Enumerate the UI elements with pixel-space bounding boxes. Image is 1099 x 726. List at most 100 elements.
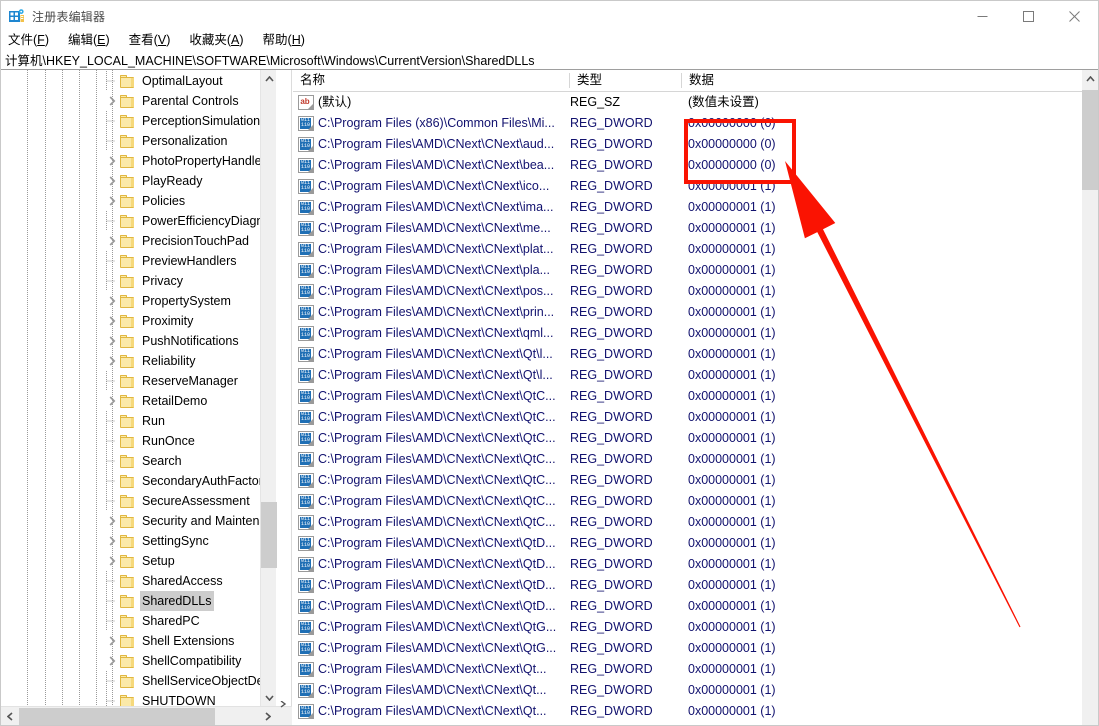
- tree-item-shell-extensions[interactable]: Shell Extensions: [1, 631, 276, 651]
- tree-scroll-down-arrow[interactable]: [261, 689, 277, 706]
- minimize-button[interactable]: [959, 1, 1005, 32]
- tree-item-perceptionsimulationex[interactable]: PerceptionSimulationEx: [1, 111, 276, 131]
- table-row[interactable]: 011 110 C:\Program Files\AMD\CNext\CNext\q…: [293, 323, 1098, 344]
- tree-scroll-corner-chevron[interactable]: [276, 701, 292, 725]
- chevron-right-icon[interactable]: [104, 511, 120, 531]
- table-row[interactable]: 011 110 C:\Program Files\AMD\CNext\CNext\Q…: [293, 554, 1098, 575]
- chevron-right-icon[interactable]: [104, 151, 120, 171]
- table-row[interactable]: 011 110 C:\Program Files\AMD\CNext\CNext\p…: [293, 281, 1098, 302]
- tree-item-shutdown[interactable]: SHUTDOWN: [1, 691, 276, 706]
- table-row[interactable]: 011 110 C:\Program Files\AMD\CNext\CNext\Q…: [293, 470, 1098, 491]
- tree-item-reliability[interactable]: Reliability: [1, 351, 276, 371]
- tree-item-pushnotifications[interactable]: PushNotifications: [1, 331, 276, 351]
- table-row[interactable]: 011 110 C:\Program Files\AMD\CNext\CNext\i…: [293, 197, 1098, 218]
- chevron-right-icon[interactable]: [104, 171, 120, 191]
- tree-item-secondaryauthfactor[interactable]: SecondaryAuthFactor: [1, 471, 276, 491]
- tree-item-privacy[interactable]: Privacy: [1, 271, 276, 291]
- table-row[interactable]: 011 110 C:\Program Files\AMD\CNext\CNext\Q…: [293, 701, 1098, 722]
- table-row[interactable]: 011 110 C:\Program Files\AMD\CNext\CNext\Q…: [293, 638, 1098, 659]
- table-row[interactable]: 011 110 C:\Program Files\AMD\CNext\CNext\p…: [293, 302, 1098, 323]
- address-bar[interactable]: 计算机\HKEY_LOCAL_MACHINE\SOFTWARE\Microsof…: [1, 49, 1098, 70]
- tree-item-retaildemo[interactable]: RetailDemo: [1, 391, 276, 411]
- table-row[interactable]: 011 110 C:\Program Files\AMD\CNext\CNext\i…: [293, 176, 1098, 197]
- chevron-right-icon[interactable]: [104, 331, 120, 351]
- chevron-right-icon[interactable]: [104, 311, 120, 331]
- tree-scroll-up-arrow[interactable]: [261, 70, 277, 87]
- chevron-right-icon[interactable]: [104, 91, 120, 111]
- column-header-data[interactable]: 数据: [682, 70, 1082, 91]
- table-row[interactable]: 011 110 C:\Program Files\AMD\CNext\CNext\Q…: [293, 491, 1098, 512]
- table-row[interactable]: 011 110 C:\Program Files\AMD\CNext\CNext\Q…: [293, 344, 1098, 365]
- chevron-right-icon[interactable]: [104, 291, 120, 311]
- table-row[interactable]: 011 110 C:\Program Files\AMD\CNext\CNext\Q…: [293, 386, 1098, 407]
- tree-scroll-thumb[interactable]: [261, 502, 277, 568]
- tree-item-search[interactable]: Search: [1, 451, 276, 471]
- tree-item-photopropertyhandler[interactable]: PhotoPropertyHandler: [1, 151, 276, 171]
- table-row[interactable]: 011 110 C:\Program Files\AMD\CNext\CNext\Q…: [293, 512, 1098, 533]
- tree-item-setup[interactable]: Setup: [1, 551, 276, 571]
- tree-item-shellcompatibility[interactable]: ShellCompatibility: [1, 651, 276, 671]
- tree-item-sharedaccess[interactable]: SharedAccess: [1, 571, 276, 591]
- tree-item-playready[interactable]: PlayReady: [1, 171, 276, 191]
- chevron-right-icon[interactable]: [104, 391, 120, 411]
- table-row[interactable]: 011 110 C:\Program Files\AMD\CNext\CNext\Q…: [293, 596, 1098, 617]
- table-row[interactable]: 011 110 C:\Program Files\AMD\CNext\CNext\Q…: [293, 407, 1098, 428]
- tree-item-settingsync[interactable]: SettingSync: [1, 531, 276, 551]
- table-row[interactable]: 011 110 C:\Program Files\AMD\CNext\CNext\Q…: [293, 365, 1098, 386]
- tree-item-security-and-maintenan[interactable]: Security and Maintenan: [1, 511, 276, 531]
- list-scroll-thumb[interactable]: [1082, 90, 1098, 190]
- tree-item-reservemanager[interactable]: ReserveManager: [1, 371, 276, 391]
- table-row[interactable]: 011 110 C:\Program Files\AMD\CNext\CNext\Q…: [293, 449, 1098, 470]
- table-row[interactable]: 011 110 C:\Program Files\AMD\CNext\CNext\p…: [293, 260, 1098, 281]
- table-row[interactable]: 011 110 C:\Program Files\AMD\CNext\CNext\p…: [293, 239, 1098, 260]
- column-header-name[interactable]: 名称: [293, 70, 570, 91]
- table-row[interactable]: 011 110 C:\Program Files\AMD\CNext\CNext\b…: [293, 155, 1098, 176]
- close-button[interactable]: [1051, 1, 1098, 32]
- tree-item-optimallayout[interactable]: OptimalLayout: [1, 71, 276, 91]
- registry-values-list[interactable]: ab (默认) REG_SZ (数值未设置) 011 110 C:\Program File…: [293, 92, 1098, 725]
- tree-item-precisiontouchpad[interactable]: PrecisionTouchPad: [1, 231, 276, 251]
- table-row[interactable]: 011 110 C:\Program Files\AMD\CNext\CNext\Q…: [293, 428, 1098, 449]
- table-row[interactable]: 011 110 C:\Program Files\AMD\CNext\CNext\m…: [293, 218, 1098, 239]
- tree-item-shellserviceobjectdelay[interactable]: ShellServiceObjectDelay: [1, 671, 276, 691]
- tree-item-powerefficiencydiagnos[interactable]: PowerEfficiencyDiagnos: [1, 211, 276, 231]
- tree-item-sharedpc[interactable]: SharedPC: [1, 611, 276, 631]
- tree-item-policies[interactable]: Policies: [1, 191, 276, 211]
- list-vertical-scrollbar[interactable]: [1082, 70, 1098, 725]
- tree-item-shareddlls[interactable]: SharedDLLs: [1, 591, 276, 611]
- table-row[interactable]: 011 110 C:\Program Files\AMD\CNext\CNext\Q…: [293, 659, 1098, 680]
- tree-item-secureassessment[interactable]: SecureAssessment: [1, 491, 276, 511]
- menu-item-file[interactable]: 文件(F): [8, 32, 57, 49]
- table-row[interactable]: 011 110 C:\Program Files\AMD\CNext\CNext\Q…: [293, 575, 1098, 596]
- tree-horizontal-scrollbar[interactable]: [1, 706, 292, 725]
- menu-item-edit[interactable]: 编辑(E): [68, 32, 118, 49]
- table-row[interactable]: ab (默认) REG_SZ (数值未设置): [293, 92, 1098, 113]
- tree-scroll-right-arrow[interactable]: [259, 707, 276, 725]
- tree-item-parental-controls[interactable]: Parental Controls: [1, 91, 276, 111]
- chevron-right-icon[interactable]: [104, 631, 120, 651]
- chevron-right-icon[interactable]: [104, 191, 120, 211]
- table-row[interactable]: 011 110 C:\Program Files\AMD\CNext\CNext\Q…: [293, 680, 1098, 701]
- chevron-right-icon[interactable]: [104, 651, 120, 671]
- table-row[interactable]: 011 110 C:\Program Files\AMD\CNext\CNext\Q…: [293, 533, 1098, 554]
- tree-item-propertysystem[interactable]: PropertySystem: [1, 291, 276, 311]
- tree-scroll-left-arrow[interactable]: [1, 707, 18, 725]
- tree-item-personalization[interactable]: Personalization: [1, 131, 276, 151]
- tree-item-proximity[interactable]: Proximity: [1, 311, 276, 331]
- tree-item-previewhandlers[interactable]: PreviewHandlers: [1, 251, 276, 271]
- tree-hscroll-thumb[interactable]: [19, 708, 215, 725]
- menu-item-help[interactable]: 帮助(H): [263, 32, 313, 49]
- registry-tree[interactable]: OptimalLayout Parental Controls Perception…: [1, 70, 276, 706]
- chevron-right-icon[interactable]: [104, 551, 120, 571]
- list-scroll-up-arrow[interactable]: [1082, 70, 1098, 87]
- maximize-button[interactable]: [1005, 1, 1051, 32]
- menu-item-favorites[interactable]: 收藏夹(A): [189, 32, 251, 49]
- table-row[interactable]: 011 110 C:\Program Files (x86)\Common File…: [293, 113, 1098, 134]
- tree-item-run[interactable]: Run: [1, 411, 276, 431]
- menu-item-view[interactable]: 查看(V): [129, 32, 179, 49]
- column-header-type[interactable]: 类型: [570, 70, 688, 91]
- table-row[interactable]: 011 110 C:\Program Files\AMD\CNext\CNext\Q…: [293, 617, 1098, 638]
- tree-item-runonce[interactable]: RunOnce: [1, 431, 276, 451]
- chevron-right-icon[interactable]: [104, 231, 120, 251]
- chevron-right-icon[interactable]: [104, 531, 120, 551]
